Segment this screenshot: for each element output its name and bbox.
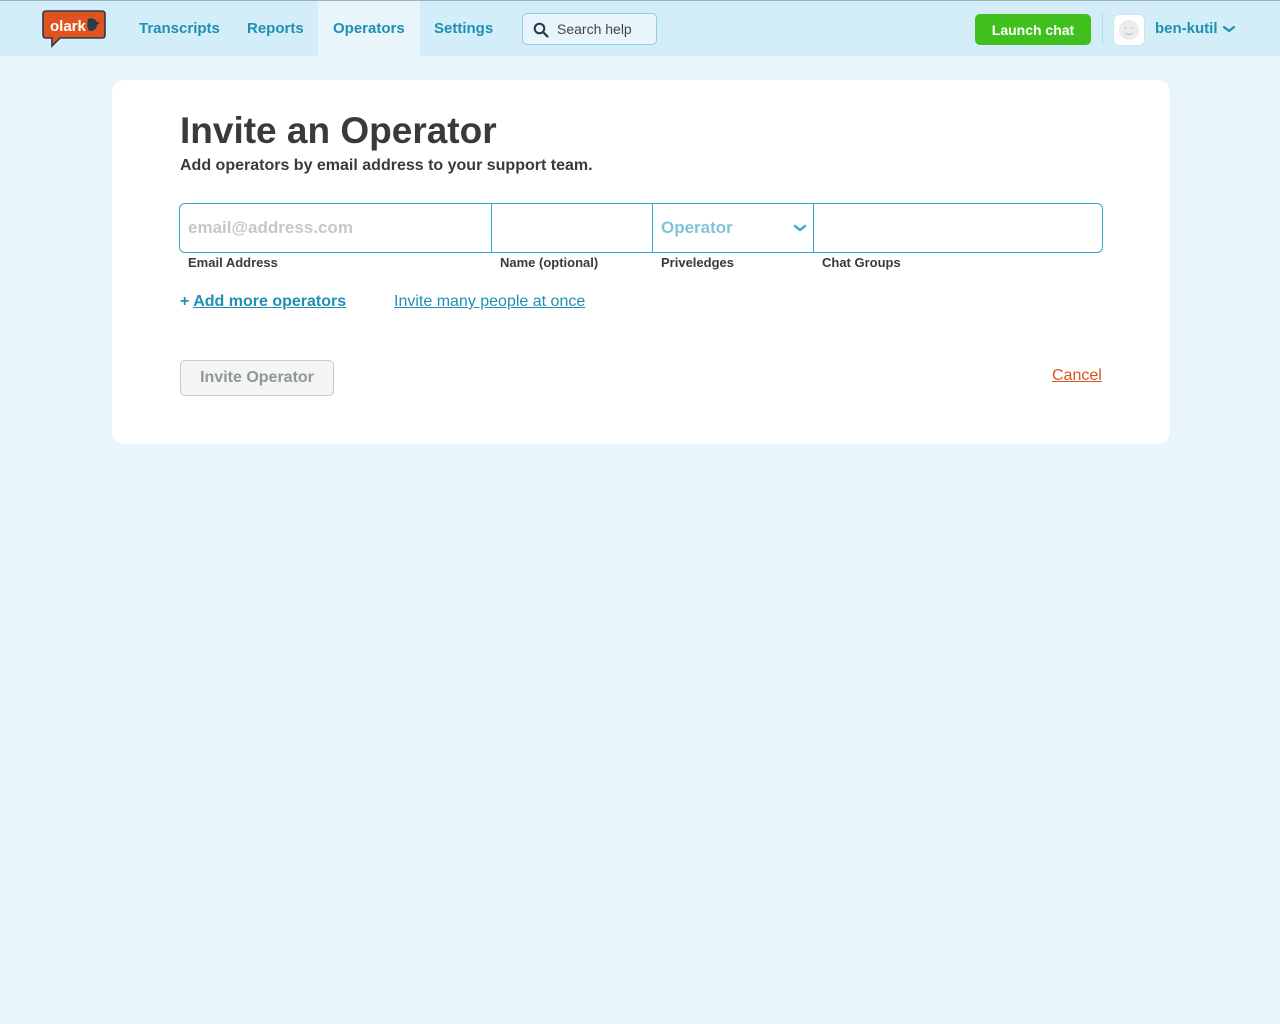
- add-more-operators: + Add more operators: [180, 293, 346, 311]
- page-subtitle: Add operators by email address to your s…: [180, 157, 593, 174]
- page-title: Invite an Operator: [180, 110, 497, 151]
- chat-groups-field-wrapper: [813, 204, 1102, 252]
- search-icon: [533, 22, 549, 38]
- name-field[interactable]: [492, 204, 652, 252]
- invite-many-link[interactable]: Invite many people at once: [394, 293, 585, 311]
- search-help-input[interactable]: [557, 14, 653, 44]
- avatar[interactable]: [1113, 14, 1145, 46]
- invite-form-row: Operator: [179, 203, 1103, 253]
- launch-chat-button[interactable]: Launch chat: [975, 14, 1091, 45]
- header-divider: [1102, 13, 1103, 45]
- privileges-select[interactable]: Operator: [652, 204, 813, 252]
- chat-groups-field-label: Chat Groups: [822, 255, 901, 270]
- olark-logo[interactable]: olark: [42, 9, 106, 49]
- avatar-icon: [1119, 20, 1139, 40]
- nav-tab-reports[interactable]: Reports: [247, 1, 304, 57]
- user-menu-name[interactable]: ben-kutil: [1155, 1, 1218, 57]
- chevron-down-icon[interactable]: [1222, 24, 1236, 34]
- logo-text: olark: [50, 18, 87, 35]
- nav-tab-settings[interactable]: Settings: [434, 1, 493, 57]
- logo-icon: olark: [42, 10, 106, 48]
- privileges-field-label: Priveledges: [661, 255, 734, 270]
- email-field-wrapper: [180, 204, 491, 252]
- search-help-box[interactable]: [522, 13, 657, 45]
- top-navigation-bar: olark Transcripts Reports Operators Sett…: [0, 0, 1280, 57]
- chat-groups-field[interactable]: [814, 204, 1102, 252]
- invite-operator-card: Invite an Operator Add operators by emai…: [112, 80, 1170, 444]
- invite-operator-button[interactable]: Invite Operator: [180, 360, 334, 396]
- nav-tab-operators[interactable]: Operators: [318, 1, 420, 57]
- chevron-down-icon: [793, 224, 807, 232]
- privileges-selected-value: Operator: [661, 218, 733, 237]
- add-more-operators-link[interactable]: Add more operators: [193, 293, 346, 310]
- cancel-link[interactable]: Cancel: [1052, 367, 1102, 385]
- name-field-wrapper: [491, 204, 652, 252]
- email-field[interactable]: [180, 204, 491, 252]
- add-more-plus: +: [180, 293, 190, 310]
- nav-tab-transcripts[interactable]: Transcripts: [139, 1, 220, 57]
- name-field-label: Name (optional): [500, 255, 599, 270]
- email-field-label: Email Address: [188, 255, 278, 270]
